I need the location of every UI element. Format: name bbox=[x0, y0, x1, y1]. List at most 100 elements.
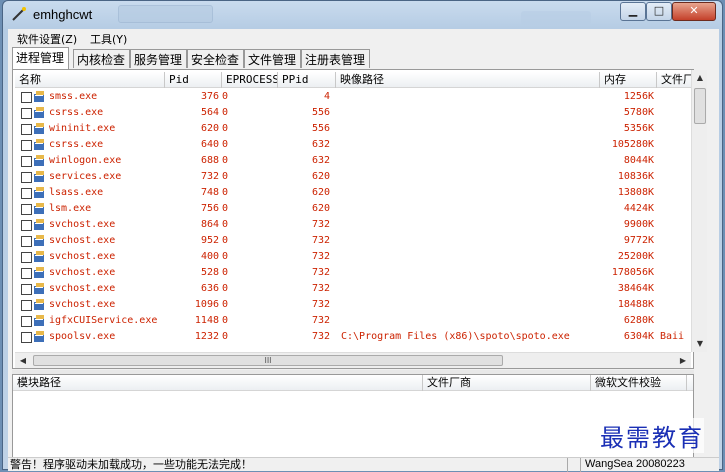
row-checkbox[interactable] bbox=[21, 252, 32, 263]
cell-eprocess: 0 bbox=[222, 107, 229, 118]
cell-name: svchost.exe bbox=[49, 219, 116, 230]
col-eprocess[interactable]: EPROCESS bbox=[222, 72, 278, 88]
table-row[interactable]: csrss.exe 564 0 556 5780K bbox=[15, 105, 691, 121]
title-bar[interactable]: emhghcwt ▁ □ ✕ bbox=[3, 1, 722, 29]
taskbar-ghost bbox=[521, 11, 591, 25]
table-row[interactable]: svchost.exe 1096 0 732 18488K bbox=[15, 297, 691, 313]
table-row[interactable]: csrss.exe 640 0 632 105280K bbox=[15, 137, 691, 153]
col-pid[interactable]: Pid bbox=[165, 72, 222, 88]
cell-name: lsass.exe bbox=[49, 187, 104, 198]
tab-services[interactable]: 服务管理 bbox=[130, 49, 187, 68]
cell-path bbox=[341, 89, 596, 105]
tab-registry[interactable]: 注册表管理 bbox=[301, 49, 370, 68]
row-checkbox[interactable] bbox=[21, 236, 32, 247]
scroll-thumb-h[interactable]: III bbox=[33, 355, 503, 366]
cell-ppid: 732 bbox=[311, 235, 330, 246]
cell-eprocess: 0 bbox=[222, 171, 229, 182]
cell-ppid: 732 bbox=[311, 283, 330, 294]
tab-process[interactable]: 进程管理 bbox=[12, 47, 69, 69]
cell-vendor bbox=[660, 249, 691, 265]
cell-memory: 8044K bbox=[623, 155, 654, 166]
row-checkbox[interactable] bbox=[21, 300, 32, 311]
cell-vendor bbox=[660, 265, 691, 281]
table-row[interactable]: spoolsv.exe 1232 0 732 C:\Program Files (x86… bbox=[15, 329, 691, 345]
cell-memory: 5780K bbox=[623, 107, 654, 118]
row-checkbox[interactable] bbox=[21, 172, 32, 183]
process-icon bbox=[34, 251, 44, 262]
col-file-vendor[interactable]: 文件厂商 bbox=[423, 375, 591, 391]
cell-path: C:\Program Files (x86)\spoto\spoto.exe bbox=[341, 331, 570, 342]
cell-ppid: 620 bbox=[311, 203, 330, 214]
table-row[interactable]: svchost.exe 400 0 732 25200K bbox=[15, 249, 691, 265]
maximize-button[interactable]: □ bbox=[646, 2, 672, 21]
cell-vendor bbox=[660, 121, 691, 137]
tab-files[interactable]: 文件管理 bbox=[244, 49, 301, 68]
process-icon bbox=[34, 283, 44, 294]
scroll-left-icon[interactable]: ◀ bbox=[15, 353, 31, 369]
row-checkbox[interactable] bbox=[21, 156, 32, 167]
row-checkbox[interactable] bbox=[21, 332, 32, 343]
cell-ppid: 732 bbox=[311, 315, 330, 326]
row-checkbox[interactable] bbox=[21, 268, 32, 279]
table-row[interactable]: svchost.exe 952 0 732 9772K bbox=[15, 233, 691, 249]
cell-pid: 528 bbox=[200, 267, 219, 278]
scroll-down-icon[interactable]: ▼ bbox=[692, 336, 708, 352]
table-row[interactable]: winlogon.exe 688 0 632 8044K bbox=[15, 153, 691, 169]
cell-pid: 748 bbox=[200, 187, 219, 198]
col-path[interactable]: 映像路径 bbox=[336, 72, 600, 88]
table-row[interactable]: svchost.exe 864 0 732 9900K bbox=[15, 217, 691, 233]
table-row[interactable]: svchost.exe 636 0 732 38464K bbox=[15, 281, 691, 297]
row-checkbox[interactable] bbox=[21, 108, 32, 119]
col-ppid[interactable]: PPid bbox=[278, 72, 336, 88]
cell-eprocess: 0 bbox=[222, 331, 229, 342]
col-ms-verify[interactable]: 微软文件校验 bbox=[591, 375, 687, 391]
cell-pid: 636 bbox=[200, 283, 219, 294]
row-checkbox[interactable] bbox=[21, 220, 32, 231]
cell-ppid: 732 bbox=[311, 299, 330, 310]
row-checkbox[interactable] bbox=[21, 284, 32, 295]
process-icon bbox=[34, 91, 44, 102]
scroll-right-icon[interactable]: ▶ bbox=[675, 353, 691, 369]
minimize-button[interactable]: ▁ bbox=[620, 2, 646, 21]
table-row[interactable]: services.exe 732 0 620 10836K bbox=[15, 169, 691, 185]
menu-tools[interactable]: 工具(Y) bbox=[90, 31, 127, 47]
cell-vendor bbox=[660, 185, 691, 201]
cell-eprocess: 0 bbox=[222, 123, 229, 134]
table-row[interactable]: igfxCUIService.exe 1148 0 732 6280K bbox=[15, 313, 691, 329]
col-memory[interactable]: 内存 bbox=[600, 72, 657, 88]
vertical-scrollbar[interactable]: ▲ ▼ bbox=[691, 70, 707, 352]
horizontal-scrollbar[interactable]: ◀ III ▶ bbox=[15, 352, 691, 368]
table-row[interactable]: lsm.exe 756 0 620 4424K bbox=[15, 201, 691, 217]
process-icon bbox=[34, 267, 44, 278]
table-row[interactable]: lsass.exe 748 0 620 13808K bbox=[15, 185, 691, 201]
scroll-up-icon[interactable]: ▲ bbox=[692, 70, 708, 86]
close-button[interactable]: ✕ bbox=[672, 2, 716, 21]
cell-memory: 25200K bbox=[617, 251, 654, 262]
cell-eprocess: 0 bbox=[222, 139, 229, 150]
table-row[interactable]: svchost.exe 528 0 732 178056K bbox=[15, 265, 691, 281]
row-checkbox[interactable] bbox=[21, 140, 32, 151]
col-name[interactable]: 名称 bbox=[15, 72, 165, 88]
col-module-path[interactable]: 模块路径 bbox=[13, 375, 423, 391]
scroll-thumb[interactable] bbox=[694, 88, 706, 124]
col-vendor[interactable]: 文件厂 bbox=[657, 72, 691, 88]
watermark-text: 最需教育 bbox=[600, 418, 704, 453]
cell-vendor bbox=[660, 233, 691, 249]
row-checkbox[interactable] bbox=[21, 316, 32, 327]
cell-pid: 1148 bbox=[194, 315, 219, 326]
process-list[interactable]: 名称 Pid EPROCESS PPid 映像路径 内存 文件厂 smss.ex… bbox=[15, 72, 691, 352]
row-checkbox[interactable] bbox=[21, 188, 32, 199]
tab-kernel[interactable]: 内核检查 bbox=[73, 49, 130, 68]
wand-icon bbox=[12, 7, 26, 21]
row-checkbox[interactable] bbox=[21, 92, 32, 103]
cell-pid: 640 bbox=[200, 139, 219, 150]
cell-memory: 1256K bbox=[623, 91, 654, 102]
row-checkbox[interactable] bbox=[21, 124, 32, 135]
table-row[interactable]: wininit.exe 620 0 556 5356K bbox=[15, 121, 691, 137]
cell-vendor bbox=[660, 153, 691, 169]
menu-settings[interactable]: 软件设置(Z) bbox=[17, 31, 77, 47]
table-row[interactable]: smss.exe 376 0 4 1256K bbox=[15, 89, 691, 105]
row-checkbox[interactable] bbox=[21, 204, 32, 215]
tab-security[interactable]: 安全检查 bbox=[187, 49, 244, 68]
module-list[interactable]: 模块路径 文件厂商 微软文件校验 bbox=[12, 374, 694, 458]
